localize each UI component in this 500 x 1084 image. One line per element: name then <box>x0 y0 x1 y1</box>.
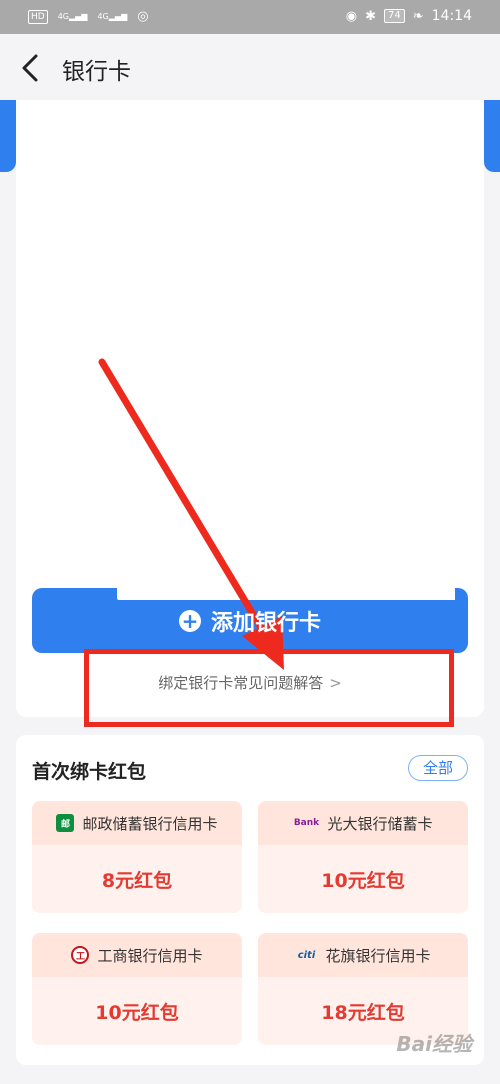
packet-amount: 10元红包 <box>321 869 405 892</box>
status-bar: HD 4G▂▄▆ 4G▂▄▆ ◎ ◉ ✱ 74 ❧ 14:14 <box>0 0 500 34</box>
chevron-left-icon <box>22 54 38 82</box>
app-header: 银行卡 <box>0 34 500 100</box>
eye-icon: ◉ <box>345 8 358 24</box>
bank-name: 邮政储蓄银行信用卡 <box>82 814 218 833</box>
decorative-accent <box>484 100 500 172</box>
bank-name: 花旗银行信用卡 <box>325 946 431 965</box>
hotspot-icon: ◎ <box>137 9 149 24</box>
postal-bank-logo-icon: 邮 <box>56 814 75 832</box>
bank-card-panel: + 添加银行卡 绑定银行卡常见问题解答 > <box>16 100 484 717</box>
signal-icon: 4G▂▄▆ <box>97 11 128 21</box>
hd-badge: HD <box>28 9 48 24</box>
watermark: Bai经验 <box>396 1032 472 1056</box>
battery-icon: 74 <box>384 9 405 23</box>
signal-icon: 4G▂▄▆ <box>57 11 88 21</box>
leaf-icon: ❧ <box>412 8 424 24</box>
add-bank-card-label: 添加银行卡 <box>210 610 321 636</box>
ceb-bank-logo-icon: Bank <box>293 818 320 828</box>
page-title: 银行卡 <box>62 59 131 85</box>
red-packet-card[interactable]: Bank 光大银行储蓄卡 10元红包 <box>258 801 468 913</box>
annotation-highlight-box <box>84 649 454 727</box>
bank-name: 工商银行信用卡 <box>97 946 203 965</box>
bluetooth-icon: ✱ <box>365 8 376 24</box>
icbc-logo-icon: 工 <box>71 946 90 964</box>
decorative-accent <box>0 100 16 172</box>
back-button[interactable] <box>14 50 50 86</box>
bank-name: 光大银行储蓄卡 <box>327 814 433 833</box>
red-packet-card[interactable]: 邮 邮政储蓄银行信用卡 8元红包 <box>32 801 242 913</box>
packet-amount: 8元红包 <box>101 869 173 892</box>
add-bank-card-button[interactable]: + 添加银行卡 <box>32 588 468 653</box>
plus-circle-icon: + <box>178 609 201 632</box>
view-all-button[interactable]: 全部 <box>408 755 468 781</box>
citi-logo-icon: citi <box>297 949 316 961</box>
red-packet-card[interactable]: 工 工商银行信用卡 10元红包 <box>32 933 242 1045</box>
first-bind-red-packet-section: 首次绑卡红包 全部 邮 邮政储蓄银行信用卡 8元红包 Bank 光大银行储蓄卡 … <box>16 735 484 1065</box>
clock: 14:14 <box>431 8 472 24</box>
packet-amount: 10元红包 <box>95 1001 179 1024</box>
card-list-area <box>32 100 468 590</box>
section-title: 首次绑卡红包 <box>32 761 147 783</box>
